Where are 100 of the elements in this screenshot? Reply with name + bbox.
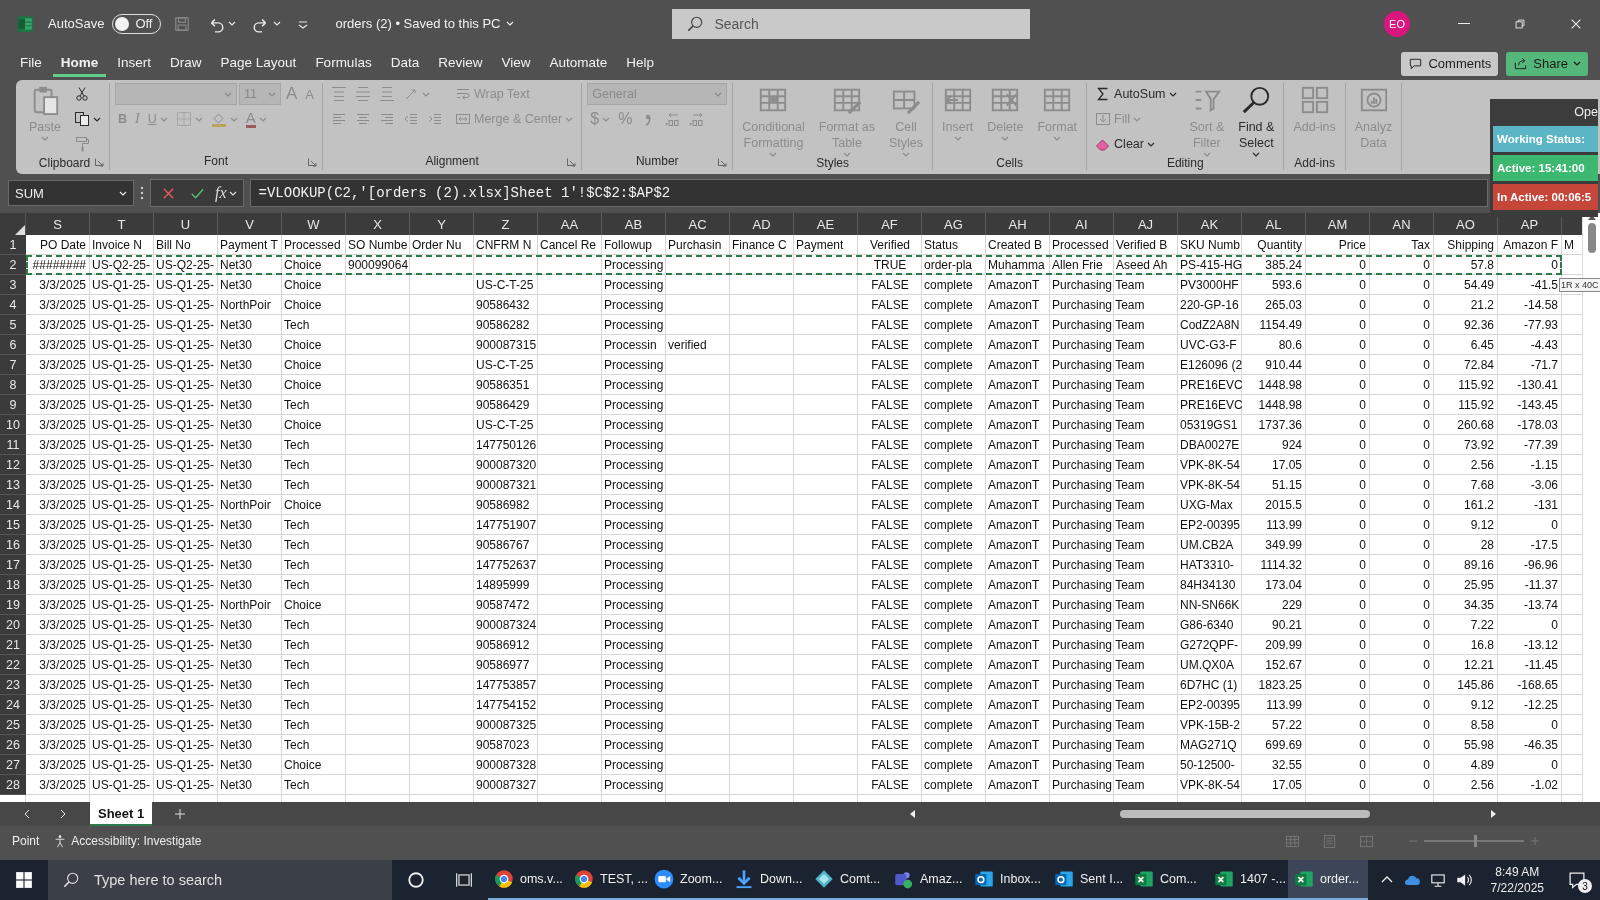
row-header[interactable]: 27 bbox=[0, 755, 26, 775]
ribbon-tab[interactable]: Home bbox=[52, 50, 107, 77]
row-header[interactable]: 28 bbox=[0, 775, 26, 795]
row-header[interactable]: 14 bbox=[0, 495, 26, 515]
row-header[interactable]: 20 bbox=[0, 615, 26, 635]
column-header[interactable]: AE bbox=[794, 213, 858, 235]
column-header[interactable]: V bbox=[218, 213, 282, 235]
column-header[interactable]: S bbox=[26, 213, 90, 235]
accessibility-button[interactable]: Accessibility: Investigate bbox=[53, 834, 202, 848]
row-header[interactable]: 7 bbox=[0, 355, 26, 375]
row-header[interactable]: 23 bbox=[0, 675, 26, 695]
notifications-button[interactable]: 3 bbox=[1562, 865, 1592, 895]
taskbar-app-button[interactable]: Down... bbox=[728, 860, 808, 900]
cell-value: 0 bbox=[1423, 478, 1430, 492]
insert-function-button[interactable]: fx bbox=[215, 184, 237, 202]
name-box[interactable]: SUM bbox=[8, 180, 134, 206]
ribbon-tab[interactable]: Help bbox=[618, 50, 663, 77]
taskbar-app-button[interactable]: Amaz... bbox=[888, 860, 968, 900]
dialog-launcher-button[interactable] bbox=[566, 157, 577, 167]
column-header[interactable]: AJ bbox=[1114, 213, 1178, 235]
row-header[interactable]: 16 bbox=[0, 535, 26, 555]
row-header[interactable]: 17 bbox=[0, 555, 26, 575]
ribbon-tab[interactable]: Draw bbox=[162, 50, 210, 77]
launcher-icon bbox=[93, 157, 104, 167]
taskbar-search-field[interactable]: Type here to search bbox=[48, 860, 392, 900]
row-header[interactable]: 21 bbox=[0, 635, 26, 655]
row-header[interactable]: 11 bbox=[0, 435, 26, 455]
row-header[interactable]: 18 bbox=[0, 575, 26, 595]
cell-value: 0 bbox=[1423, 258, 1430, 272]
ribbon-tab[interactable]: Formulas bbox=[307, 50, 380, 77]
scrollbar-thumb[interactable] bbox=[1587, 223, 1596, 253]
formula-field[interactable]: =VLOOKUP(C2,'[orders (2).xlsx]Sheet 1'!$C$2:$AP$2 bbox=[249, 179, 1488, 207]
column-header[interactable]: AG bbox=[922, 213, 986, 235]
column-header[interactable]: AH bbox=[986, 213, 1050, 235]
share-button[interactable]: Share bbox=[1506, 51, 1588, 76]
column-header[interactable]: U bbox=[154, 213, 218, 235]
column-header[interactable]: AN bbox=[1370, 213, 1434, 235]
video-app-icon bbox=[654, 869, 674, 889]
row-header[interactable]: 24 bbox=[0, 695, 26, 715]
column-header[interactable]: AB bbox=[602, 213, 666, 235]
row-header[interactable]: 1 bbox=[0, 235, 26, 255]
cell-value: Processing bbox=[604, 498, 664, 512]
row-header[interactable]: 26 bbox=[0, 735, 26, 755]
row-header[interactable]: 3 bbox=[0, 275, 26, 295]
row-header[interactable]: 13 bbox=[0, 475, 26, 495]
find-select-button[interactable]: Find & Select bbox=[1234, 83, 1279, 155]
cell-grid[interactable] bbox=[0, 213, 1582, 802]
column-header[interactable]: X bbox=[346, 213, 410, 235]
ribbon-tab[interactable]: Page Layout bbox=[212, 50, 305, 77]
row-header[interactable]: 9 bbox=[0, 395, 26, 415]
ribbon-tab[interactable]: View bbox=[493, 50, 539, 77]
column-header[interactable]: AC bbox=[666, 213, 730, 235]
row-header[interactable]: 12 bbox=[0, 455, 26, 475]
column-header[interactable]: AK bbox=[1178, 213, 1242, 235]
ribbon-tab[interactable]: Data bbox=[382, 50, 428, 77]
scrollbar-thumb[interactable] bbox=[1120, 810, 1371, 818]
comments-button[interactable]: Comments bbox=[1401, 51, 1499, 76]
row-header[interactable]: 10 bbox=[0, 415, 26, 435]
zoom-slider-thumb[interactable] bbox=[1474, 835, 1477, 847]
column-header[interactable]: T bbox=[90, 213, 154, 235]
taskbar-app-button[interactable]: Zoom... bbox=[648, 860, 728, 900]
clear-button[interactable]: Clear bbox=[1092, 132, 1158, 156]
document-title[interactable]: orders (2) • Saved to this PC bbox=[335, 16, 515, 31]
column-header[interactable]: Y bbox=[410, 213, 474, 235]
row-header[interactable]: 4 bbox=[0, 295, 26, 315]
row-header[interactable]: 19 bbox=[0, 595, 26, 615]
ribbon-tab[interactable]: Automate bbox=[541, 50, 616, 77]
row-header[interactable]: 5 bbox=[0, 315, 26, 335]
row-header[interactable]: 8 bbox=[0, 375, 26, 395]
dialog-launcher-button[interactable] bbox=[307, 157, 317, 167]
taskbar-app-button[interactable]: TEST, ... bbox=[568, 860, 648, 900]
taskbar-app-button[interactable]: Inbox... bbox=[968, 860, 1048, 900]
column-header[interactable]: AA bbox=[538, 213, 602, 235]
dialog-launcher-button[interactable] bbox=[717, 157, 728, 167]
search-field[interactable]: Search bbox=[672, 8, 1031, 39]
row-header[interactable]: 25 bbox=[0, 715, 26, 735]
column-header[interactable]: AD bbox=[730, 213, 794, 235]
ribbon-tab[interactable]: File bbox=[12, 50, 50, 77]
row-header[interactable]: 22 bbox=[0, 655, 26, 675]
taskbar-app-button[interactable]: Sent I... bbox=[1048, 860, 1128, 900]
taskbar-app-button[interactable]: Comt... bbox=[808, 860, 888, 900]
autosum-button[interactable]: AutoSum bbox=[1092, 82, 1180, 106]
sheet-tab[interactable]: Sheet 1 bbox=[90, 802, 153, 826]
column-header[interactable]: AL bbox=[1242, 213, 1306, 235]
taskbar-app-button[interactable]: order... bbox=[1288, 860, 1368, 900]
column-header[interactable]: W bbox=[282, 213, 346, 235]
dialog-launcher-button[interactable] bbox=[93, 157, 104, 167]
row-header[interactable]: 15 bbox=[0, 515, 26, 535]
row-header[interactable]: 6 bbox=[0, 335, 26, 355]
avatar[interactable]: EO bbox=[1384, 10, 1410, 37]
taskbar-app-button[interactable]: oms.v... bbox=[488, 860, 568, 900]
taskbar-app-button[interactable]: Com... bbox=[1128, 860, 1208, 900]
row-header[interactable]: 2 bbox=[0, 255, 26, 275]
cell-value: 57.22 bbox=[1271, 718, 1302, 732]
column-header[interactable]: Z bbox=[474, 213, 538, 235]
ribbon-tab[interactable]: Insert bbox=[109, 50, 160, 77]
column-header[interactable]: AI bbox=[1050, 213, 1114, 235]
ribbon-tab[interactable]: Review bbox=[430, 50, 491, 77]
column-header[interactable]: AM bbox=[1306, 213, 1370, 235]
column-header[interactable]: AF bbox=[858, 213, 922, 235]
